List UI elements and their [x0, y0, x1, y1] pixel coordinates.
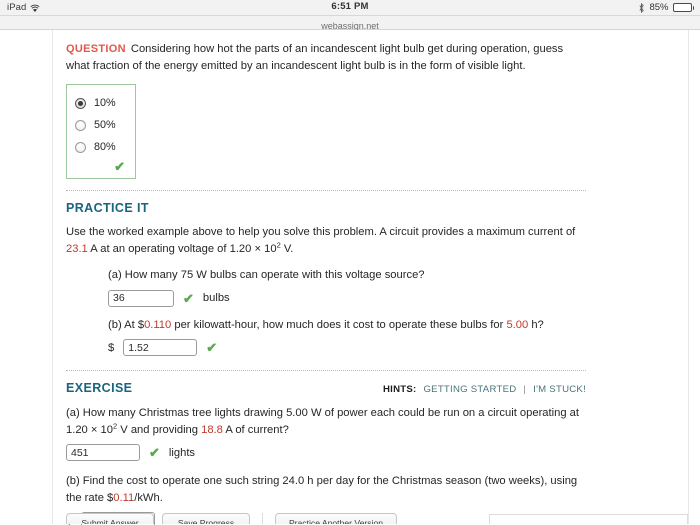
practice-part-a-answer-row: ✔ bulbs	[108, 289, 586, 307]
radio-option-50[interactable]: 50%	[75, 114, 127, 136]
practice-part-a-text: (a) How many 75 W bulbs can operate with…	[108, 269, 425, 281]
radio-label-80: 80%	[94, 141, 116, 153]
divider-practice	[66, 190, 586, 191]
practice-part-b-text-2: per kilowatt-hour, how much does it cost…	[171, 318, 507, 331]
practice-intro: Use the worked example above to help you…	[66, 224, 586, 257]
radio-label-50: 50%	[94, 119, 116, 131]
practice-another-version-button[interactable]: Practice Another Version	[275, 513, 397, 524]
checkmark-icon: ✔	[114, 159, 125, 174]
assignment-content: QUESTION Considering how hot the parts of…	[66, 30, 586, 525]
radio-option-10[interactable]: 10%	[75, 92, 127, 114]
bluetooth-icon	[638, 2, 645, 13]
radio-icon-50[interactable]	[75, 119, 86, 131]
hint-im-stuck-link[interactable]: I'M STUCK!	[533, 384, 586, 395]
exercise-part-a-unit: lights	[168, 446, 196, 459]
status-bar-right: 85%	[638, 2, 694, 13]
browser-url-bar[interactable]: webassign.net	[0, 16, 700, 31]
radio-option-80[interactable]: 80%	[75, 136, 127, 158]
practice-part-a-input[interactable]	[108, 289, 174, 307]
practice-section: PRACTICE IT Use the worked example above…	[66, 201, 586, 356]
button-separator	[262, 513, 263, 524]
save-progress-button[interactable]: Save Progress	[162, 513, 250, 524]
question-text: Considering how hot the parts of an inca…	[66, 43, 564, 72]
practice-part-b-hours: 5.00	[506, 318, 529, 331]
exercise-part-a-text: (a) How many Christmas tree lights drawi…	[66, 405, 586, 438]
ios-status-bar: iPad 6:51 PM 85%	[0, 0, 700, 16]
exercise-part-a-current: 18.8	[201, 423, 223, 436]
right-rail-divider	[688, 30, 689, 524]
hint-getting-started-link[interactable]: GETTING STARTED	[423, 384, 516, 395]
practice-part-b: (b) At $0.110 per kilowatt-hour, how muc…	[108, 317, 586, 356]
battery-percent: 85%	[649, 2, 669, 13]
exercise-part-a-text-3: A of current?	[222, 423, 289, 436]
exercise-part-b-text: (b) Find the cost to operate one such st…	[66, 473, 586, 506]
side-panel-top-edge	[489, 514, 688, 524]
question-section: QUESTION Considering how hot the parts of…	[66, 30, 586, 179]
exercise-part-a: (a) How many Christmas tree lights drawi…	[66, 405, 586, 461]
practice-heading: PRACTICE IT	[66, 201, 149, 215]
exercise-part-b-text-2: /kWh.	[134, 491, 163, 504]
practice-part-a: (a) How many 75 W bulbs can operate with…	[108, 267, 586, 307]
exercise-part-a-answer-row: ✔ lights	[66, 444, 586, 461]
practice-part-b-rate: 0.110	[144, 318, 172, 331]
practice-part-b-input[interactable]	[123, 339, 198, 356]
checkmark-icon: ✔	[149, 445, 160, 460]
left-rail-divider	[52, 30, 53, 524]
radio-icon-selected[interactable]	[75, 97, 86, 109]
question-correct-mark-wrap: ✔	[75, 158, 127, 174]
practice-intro-current: 23.1	[66, 242, 88, 255]
hint-separator: |	[523, 384, 527, 395]
question-label: QUESTION	[66, 43, 126, 55]
practice-intro-c: V.	[280, 242, 294, 255]
hints-label: HINTS:	[382, 384, 417, 395]
practice-part-b-text-1: (b) At $	[108, 318, 145, 331]
checkmark-icon: ✔	[183, 290, 194, 306]
battery-icon	[672, 3, 694, 12]
exercise-section: EXERCISE HINTS: GETTING STARTED | I'M ST…	[66, 381, 586, 525]
exercise-header-row: EXERCISE HINTS: GETTING STARTED | I'M ST…	[66, 381, 586, 395]
checkmark-icon: ✔	[206, 340, 218, 355]
divider-exercise	[66, 370, 586, 371]
exercise-part-a-text-2: V and providing	[117, 423, 202, 436]
exercise-heading: EXERCISE	[66, 381, 133, 395]
dollar-sign: $	[108, 341, 115, 354]
practice-intro-a: Use the worked example above to help you…	[66, 226, 576, 238]
exercise-part-b-rate: 0.11	[113, 491, 135, 504]
practice-part-b-text: (b) At $0.110 per kilowatt-hour, how muc…	[108, 317, 586, 334]
question-radio-group[interactable]: 10% 50% 80% ✔	[66, 84, 136, 179]
status-bar-center: 6:51 PM	[0, 1, 700, 12]
practice-part-b-answer-row: $ ✔	[108, 339, 586, 356]
radio-icon-80[interactable]	[75, 141, 86, 153]
exercise-part-a-input[interactable]	[66, 444, 140, 461]
question-paragraph: QUESTION Considering how hot the parts of…	[66, 41, 586, 74]
page-body: QUESTION Considering how hot the parts of…	[0, 30, 700, 525]
hints-group: HINTS: GETTING STARTED | I'M STUCK!	[383, 384, 586, 395]
practice-part-b-text-3: h?	[528, 318, 544, 331]
practice-intro-b: A at an operating voltage of 1.20 × 10	[87, 242, 277, 255]
radio-label-10: 10%	[94, 97, 116, 109]
clock-time: 6:51 PM	[331, 1, 369, 12]
practice-part-a-unit: bulbs	[202, 292, 230, 304]
submit-answer-button[interactable]: Submit Answer	[66, 513, 154, 524]
